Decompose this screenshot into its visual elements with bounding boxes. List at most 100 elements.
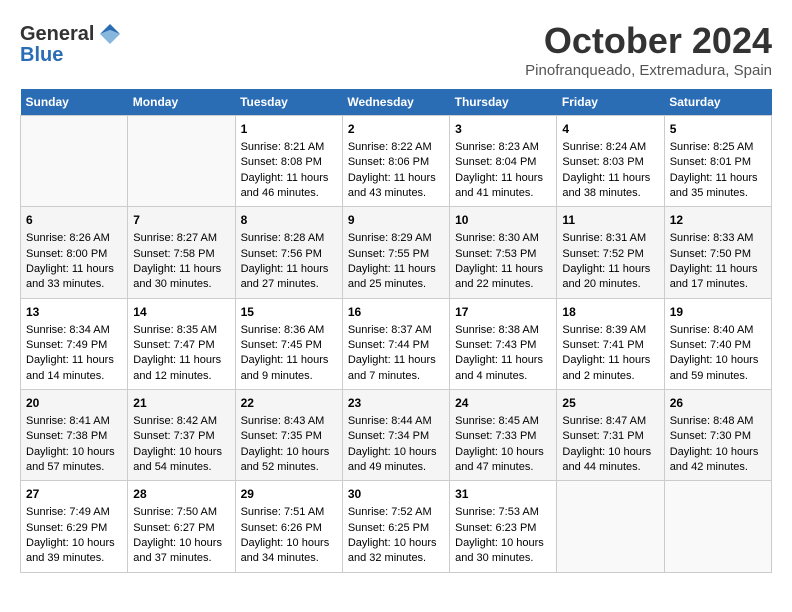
calendar-cell: 22 Sunrise: 8:43 AMSunset: 7:35 PMDayligh… [235,390,342,481]
day-number: 12 [670,212,766,229]
calendar-cell: 30 Sunrise: 7:52 AMSunset: 6:25 PMDayligh… [342,481,449,572]
calendar-cell: 5Sunrise: 8:25 AMSunset: 8:01 PMDaylight… [664,116,771,207]
calendar-cell: 19 Sunrise: 8:40 AMSunset: 7:40 PMDayligh… [664,298,771,389]
calendar-week-4: 20 Sunrise: 8:41 AMSunset: 7:38 PMDayligh… [21,390,772,481]
calendar-cell: 10 Sunrise: 8:30 AMSunset: 7:53 PMDayligh… [450,207,557,298]
day-number: 1 [241,121,337,138]
day-number: 23 [348,395,444,412]
calendar-cell: 28Sunrise: 7:50 AMSunset: 6:27 PMDayligh… [128,481,235,572]
day-number: 17 [455,304,551,321]
cell-content: Sunrise: 8:44 AMSunset: 7:34 PMDaylight:… [348,414,444,476]
day-number: 13 [26,304,122,321]
calendar-cell: 6Sunrise: 8:26 AMSunset: 8:00 PMDaylight… [21,207,128,298]
calendar-cell: 15Sunrise: 8:36 AMSunset: 7:45 PMDayligh… [235,298,342,389]
cell-content: Sunrise: 8:42 AMSunset: 7:37 PMDaylight:… [133,414,229,476]
cell-content: Sunrise: 7:51 AMSunset: 6:26 PMDaylight:… [241,505,337,567]
page-header: General Blue October 2024 Pinofranqueado… [20,20,772,79]
cell-content: Sunrise: 8:27 AMSunset: 7:58 PMDaylight:… [133,231,229,293]
calendar-cell: 27 Sunrise: 7:49 AMSunset: 6:29 PMDayligh… [21,481,128,572]
day-number: 6 [26,212,122,229]
calendar-cell: 24Sunrise: 8:45 AMSunset: 7:33 PMDayligh… [450,390,557,481]
calendar-cell: 14Sunrise: 8:35 AMSunset: 7:47 PMDayligh… [128,298,235,389]
calendar-cell: 17 Sunrise: 8:38 AMSunset: 7:43 PMDayligh… [450,298,557,389]
day-number: 29 [241,486,337,503]
cell-content: Sunrise: 8:37 AMSunset: 7:44 PMDaylight:… [348,323,444,385]
calendar-week-2: 6Sunrise: 8:26 AMSunset: 8:00 PMDaylight… [21,207,772,298]
calendar-cell: 2Sunrise: 8:22 AMSunset: 8:06 PMDaylight… [342,116,449,207]
day-number: 15 [241,304,337,321]
day-number: 10 [455,212,551,229]
calendar-cell: 3 Sunrise: 8:23 AMSunset: 8:04 PMDaylight… [450,116,557,207]
day-number: 21 [133,395,229,412]
cell-content: Sunrise: 8:47 AMSunset: 7:31 PMDaylight:… [562,414,658,476]
calendar-cell: 12 Sunrise: 8:33 AMSunset: 7:50 PMDayligh… [664,207,771,298]
calendar-cell: 20 Sunrise: 8:41 AMSunset: 7:38 PMDayligh… [21,390,128,481]
cell-content: Sunrise: 7:50 AMSunset: 6:27 PMDaylight:… [133,505,229,567]
calendar-cell: 31 Sunrise: 7:53 AMSunset: 6:23 PMDayligh… [450,481,557,572]
location: Pinofranqueado, Extremadura, Spain [525,62,772,79]
weekday-header-monday: Monday [128,89,235,116]
day-number: 7 [133,212,229,229]
cell-content: Sunrise: 8:41 AMSunset: 7:38 PMDaylight:… [26,414,122,476]
calendar-cell: 16 Sunrise: 8:37 AMSunset: 7:44 PMDayligh… [342,298,449,389]
day-number: 4 [562,121,658,138]
weekday-header-thursday: Thursday [450,89,557,116]
weekday-header-friday: Friday [557,89,664,116]
day-number: 25 [562,395,658,412]
calendar-cell [128,116,235,207]
day-number: 27 [26,486,122,503]
day-number: 16 [348,304,444,321]
cell-content: Sunrise: 8:38 AMSunset: 7:43 PMDaylight:… [455,323,551,385]
day-number: 5 [670,121,766,138]
calendar-week-1: 1 Sunrise: 8:21 AMSunset: 8:08 PMDaylight… [21,116,772,207]
day-number: 20 [26,395,122,412]
calendar-cell: 23 Sunrise: 8:44 AMSunset: 7:34 PMDayligh… [342,390,449,481]
weekday-header-row: SundayMondayTuesdayWednesdayThursdayFrid… [21,89,772,116]
calendar-cell: 18Sunrise: 8:39 AMSunset: 7:41 PMDayligh… [557,298,664,389]
cell-content: Sunrise: 8:29 AMSunset: 7:55 PMDaylight:… [348,231,444,293]
cell-content: Sunrise: 8:35 AMSunset: 7:47 PMDaylight:… [133,323,229,385]
cell-content: Sunrise: 7:53 AMSunset: 6:23 PMDaylight:… [455,505,551,567]
weekday-header-wednesday: Wednesday [342,89,449,116]
day-number: 9 [348,212,444,229]
calendar-week-3: 13 Sunrise: 8:34 AMSunset: 7:49 PMDayligh… [21,298,772,389]
cell-content: Sunrise: 8:33 AMSunset: 7:50 PMDaylight:… [670,231,766,293]
calendar-cell: 1 Sunrise: 8:21 AMSunset: 8:08 PMDaylight… [235,116,342,207]
day-number: 8 [241,212,337,229]
day-number: 11 [562,212,658,229]
calendar-cell: 11Sunrise: 8:31 AMSunset: 7:52 PMDayligh… [557,207,664,298]
day-number: 26 [670,395,766,412]
day-number: 3 [455,121,551,138]
cell-content: Sunrise: 8:39 AMSunset: 7:41 PMDaylight:… [562,323,658,385]
cell-content: Sunrise: 8:28 AMSunset: 7:56 PMDaylight:… [241,231,337,293]
weekday-header-saturday: Saturday [664,89,771,116]
calendar-week-5: 27 Sunrise: 7:49 AMSunset: 6:29 PMDayligh… [21,481,772,572]
calendar-cell: 21 Sunrise: 8:42 AMSunset: 7:37 PMDayligh… [128,390,235,481]
cell-content: Sunrise: 8:23 AMSunset: 8:04 PMDaylight:… [455,140,551,202]
cell-content: Sunrise: 8:34 AMSunset: 7:49 PMDaylight:… [26,323,122,385]
cell-content: Sunrise: 7:52 AMSunset: 6:25 PMDaylight:… [348,505,444,567]
cell-content: Sunrise: 7:49 AMSunset: 6:29 PMDaylight:… [26,505,122,567]
calendar-cell [664,481,771,572]
logo-general: General [20,23,94,46]
day-number: 2 [348,121,444,138]
logo: General Blue [20,20,124,67]
cell-content: Sunrise: 8:40 AMSunset: 7:40 PMDaylight:… [670,323,766,385]
cell-content: Sunrise: 8:21 AMSunset: 8:08 PMDaylight:… [241,140,337,202]
cell-content: Sunrise: 8:43 AMSunset: 7:35 PMDaylight:… [241,414,337,476]
calendar-cell: 4Sunrise: 8:24 AMSunset: 8:03 PMDaylight… [557,116,664,207]
calendar-cell: 13 Sunrise: 8:34 AMSunset: 7:49 PMDayligh… [21,298,128,389]
day-number: 19 [670,304,766,321]
weekday-header-tuesday: Tuesday [235,89,342,116]
day-number: 30 [348,486,444,503]
cell-content: Sunrise: 8:30 AMSunset: 7:53 PMDaylight:… [455,231,551,293]
calendar-cell [557,481,664,572]
day-number: 24 [455,395,551,412]
day-number: 31 [455,486,551,503]
calendar-cell: 9 Sunrise: 8:29 AMSunset: 7:55 PMDaylight… [342,207,449,298]
day-number: 22 [241,395,337,412]
cell-content: Sunrise: 8:48 AMSunset: 7:30 PMDaylight:… [670,414,766,476]
logo-icon [96,20,124,48]
weekday-header-sunday: Sunday [21,89,128,116]
calendar-table: SundayMondayTuesdayWednesdayThursdayFrid… [20,89,772,573]
